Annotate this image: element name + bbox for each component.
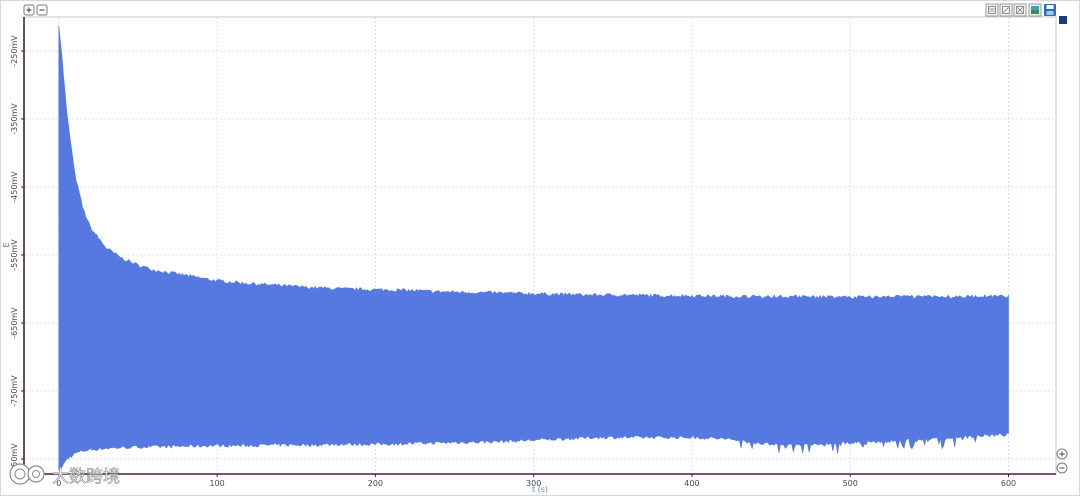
y-tick-label: -750mV bbox=[10, 375, 19, 407]
x-tick-label: 400 bbox=[684, 479, 699, 488]
export-csv-button[interactable] bbox=[985, 3, 999, 17]
zoom-out-button[interactable] bbox=[36, 4, 48, 16]
x-tick-label: 200 bbox=[368, 479, 383, 488]
y-axis-label: E bbox=[2, 242, 11, 247]
y-tick-label: -250mV bbox=[10, 35, 19, 67]
export-image-button[interactable] bbox=[1028, 3, 1042, 17]
y-tick-label: -650mV bbox=[10, 307, 19, 339]
zoom-in-button[interactable] bbox=[23, 4, 35, 16]
x-tick-label: 600 bbox=[1001, 479, 1016, 488]
export-xml-button[interactable] bbox=[1013, 3, 1027, 17]
watermark-logo-icon bbox=[9, 463, 45, 485]
y-zoom-in-button[interactable] bbox=[1056, 448, 1068, 460]
save-icon bbox=[1044, 4, 1056, 16]
x-axis-label: t (s) bbox=[532, 485, 548, 494]
image-icon bbox=[1031, 6, 1039, 14]
x-tick-label: 100 bbox=[209, 479, 224, 488]
x-tick-label: 500 bbox=[843, 479, 858, 488]
y-zoom-out-button[interactable] bbox=[1056, 462, 1068, 474]
y-tick-label: -450mV bbox=[10, 171, 19, 203]
legend-color-square bbox=[1059, 16, 1067, 24]
watermark-text: 大数跨境 bbox=[52, 467, 120, 487]
save-button[interactable] bbox=[1044, 4, 1056, 16]
chart: -250mV-350mV-450mV-550mV-650mV-750mV-850… bbox=[0, 0, 1080, 496]
y-tick-label: -550mV bbox=[10, 239, 19, 271]
export-xy-button[interactable] bbox=[999, 3, 1013, 17]
y-tick-label: -350mV bbox=[10, 103, 19, 135]
